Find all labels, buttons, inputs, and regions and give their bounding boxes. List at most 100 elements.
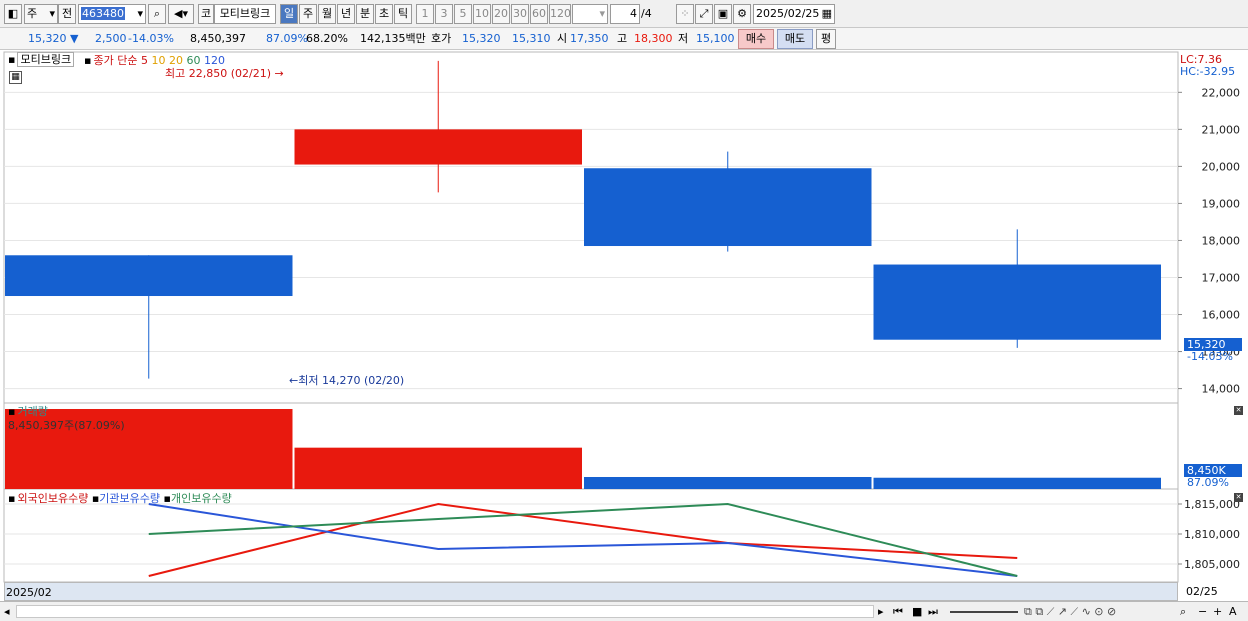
turnover-pct: 68.20% xyxy=(306,32,348,45)
trade-amount: 142,135백만 xyxy=(360,32,426,45)
interval-1[interactable]: 1 xyxy=(416,4,434,24)
chart-tools-icon[interactable]: ⧉ ⧉ ⟋ ↗ ⟋ ∿ ⊙ ⊘ xyxy=(1024,605,1116,618)
stock-code-input[interactable]: 463480 ▾ xyxy=(78,4,146,24)
chart-svg: 14,00015,00016,00017,00018,00019,00020,0… xyxy=(3,51,1241,583)
date-axis: 2025/02 xyxy=(4,582,1178,601)
axis-tick-label: 14,000 xyxy=(1202,383,1241,396)
panel-marker: ▪ xyxy=(8,405,16,418)
layout-icon[interactable]: ◧ xyxy=(4,4,22,24)
search-icon[interactable]: ⌕ xyxy=(148,4,166,24)
low-label: 저 xyxy=(678,32,689,45)
interval-5[interactable]: 5 xyxy=(454,4,472,24)
scroll-left-icon[interactable]: ◂ xyxy=(4,605,16,618)
change-pct: -14.03% xyxy=(128,32,174,45)
axis-tick-label: 18,000 xyxy=(1202,234,1241,247)
open-label: 시 xyxy=(557,32,568,45)
axis-tick-label: 20,000 xyxy=(1202,160,1241,173)
tab-day[interactable]: 일 xyxy=(280,4,298,24)
axis-tick-label: 1,815,000 xyxy=(1184,498,1240,511)
volume-bar xyxy=(584,477,872,489)
scroll-right-icon[interactable]: ▸ xyxy=(878,605,884,618)
axis-tick-label: 17,000 xyxy=(1202,271,1241,284)
tab-month[interactable]: 월 xyxy=(318,4,336,24)
chevron-down-icon: ▾ xyxy=(599,7,605,20)
tab-year[interactable]: 년 xyxy=(337,4,355,24)
zoom-slider[interactable] xyxy=(950,611,1018,613)
legend-individual: 개인보유수량 xyxy=(170,492,232,505)
zoom-search-icon[interactable]: ⌕ xyxy=(1180,605,1186,618)
holdings-close-icon[interactable]: ✕ xyxy=(1234,493,1243,502)
interval-60[interactable]: 60 xyxy=(530,4,548,24)
ma-10: 10 xyxy=(151,54,166,67)
zoom-in-icon[interactable]: + xyxy=(1213,605,1222,618)
ma-20: 20 xyxy=(168,54,183,67)
volume-pct: 87.09% xyxy=(266,32,308,45)
candle-body xyxy=(584,168,872,247)
hoga-label: 호가 xyxy=(431,32,452,45)
panel-stock-name: 모티브링크 xyxy=(17,52,75,67)
legend-foreign: 외국인보유수량 xyxy=(17,492,89,505)
arrow-right-icon: → xyxy=(274,67,284,80)
volume-value: 8,450,397 xyxy=(190,32,246,45)
ma-5: 5 xyxy=(140,54,148,67)
price-panel-title[interactable]: ▪ 모티브링크 xyxy=(8,52,75,67)
panel-marker: ▪ xyxy=(8,492,16,505)
avg-button[interactable]: 평 xyxy=(816,29,836,49)
interval-input[interactable]: ▾ xyxy=(572,4,608,24)
low-annotation: ←최저 14,270 (02/20) xyxy=(289,374,404,387)
bid-price: 15,310 xyxy=(512,32,551,45)
change-value: 2,500 xyxy=(95,32,127,45)
buy-button[interactable]: 매수 xyxy=(738,29,774,49)
save-icon[interactable]: ▣ xyxy=(714,4,732,24)
volume-panel-title[interactable]: ▪ 거래량 xyxy=(8,405,48,418)
drawing-tool-icon[interactable]: ⤢ xyxy=(695,4,713,24)
arrow-left-icon: ← xyxy=(289,374,299,387)
tab-week[interactable]: 주 xyxy=(299,4,317,24)
chevron-down-icon: ▾ xyxy=(137,7,143,20)
volume-bar xyxy=(294,447,582,489)
market-select[interactable]: 주 ▾ xyxy=(24,4,58,24)
low-note-text: 최저 14,270 (02/20) xyxy=(298,374,405,387)
chart-area: 14,000 15,000 16,000 17,000 18,000 19,000 20,0… xyxy=(0,51,1248,601)
last-page-icon[interactable]: ⏭ xyxy=(928,605,938,618)
date-input[interactable]: 2025/02/25 ▦ xyxy=(753,4,835,24)
axis-tick-label: 16,000 xyxy=(1202,309,1241,322)
stop-icon[interactable]: ■ xyxy=(912,605,922,618)
ma-marker: ▪ xyxy=(84,54,92,67)
ask-price: 15,320 xyxy=(462,32,501,45)
date-axis-left: 2025/02 xyxy=(6,586,52,599)
zoom-out-icon[interactable]: − xyxy=(1198,605,1207,618)
interval-120[interactable]: 120 xyxy=(549,4,571,24)
axis-tick-label: 19,000 xyxy=(1202,197,1241,210)
first-page-icon[interactable]: ⏮ xyxy=(893,605,903,618)
prefix-button[interactable]: 전 xyxy=(58,4,76,24)
panel-marker: ▪ xyxy=(163,492,171,505)
tab-minute[interactable]: 분 xyxy=(356,4,374,24)
count-input[interactable]: 4 xyxy=(610,4,640,24)
ma-legend[interactable]: ▪ 종가 단순 5 10 20 60 120 xyxy=(84,54,225,67)
sell-button[interactable]: 매도 xyxy=(777,29,813,49)
axis-tick-label: 21,000 xyxy=(1202,123,1241,136)
interval-20[interactable]: 20 xyxy=(492,4,510,24)
interval-10[interactable]: 10 xyxy=(473,4,491,24)
table-icon[interactable]: ▦ xyxy=(9,71,22,84)
holdings-legend[interactable]: ▪ 외국인보유수량 ▪기관보유수량 ▪개인보유수량 xyxy=(8,492,232,505)
ma-60: 60 xyxy=(186,54,201,67)
scrollbar-track[interactable] xyxy=(16,605,874,618)
interval-30[interactable]: 30 xyxy=(511,4,529,24)
high-price: 18,300 xyxy=(634,32,673,45)
calendar-icon: ▦ xyxy=(821,7,832,20)
font-size-icon[interactable]: A xyxy=(1229,605,1237,618)
high-annotation: 최고 22,850 (02/21) → xyxy=(165,67,284,80)
tab-tick[interactable]: 틱 xyxy=(394,4,412,24)
axis-tick-label: 1,805,000 xyxy=(1184,558,1240,571)
axis-tick-label: 1,810,000 xyxy=(1184,528,1240,541)
speaker-icon[interactable]: ◀▾ xyxy=(168,4,194,24)
volume-close-icon[interactable]: ✕ xyxy=(1234,406,1243,415)
scroll-bar-area: ◂ ▸ ⏮ ■ ⏭ ⧉ ⧉ ⟋ ↗ ⟋ ∿ ⊙ ⊘ ⌕ − + A xyxy=(0,601,1248,621)
tab-second[interactable]: 초 xyxy=(375,4,393,24)
interval-3[interactable]: 3 xyxy=(435,4,453,24)
legend-institution: 기관보유수량 xyxy=(99,492,161,505)
crosshair-icon[interactable]: ⁘ xyxy=(676,4,694,24)
gear-icon[interactable]: ⚙ xyxy=(733,4,751,24)
